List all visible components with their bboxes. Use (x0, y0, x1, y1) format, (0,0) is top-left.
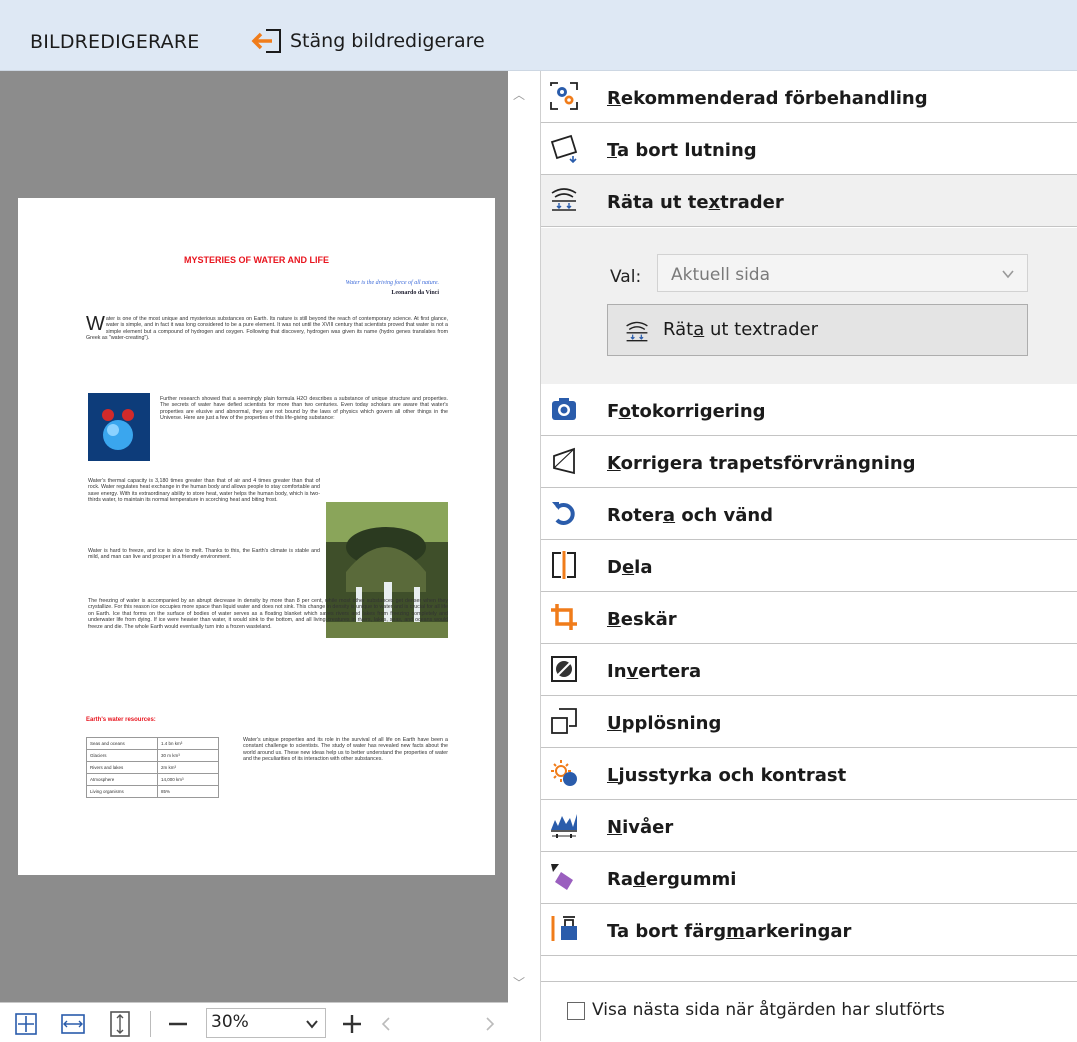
rotate-icon (552, 502, 575, 525)
doc-quote: Water is the driving force of all nature… (345, 280, 439, 286)
doc-paragraph-3: Water's unique properties and its role i… (243, 737, 448, 763)
tool-label: Dela (607, 557, 653, 578)
tool-label: Ta bort färgmarkeringar (607, 921, 852, 942)
close-editor-label: Stäng bildredigerare (290, 30, 485, 52)
tool-rotate-flip[interactable]: Rotera och vänd (541, 488, 1077, 540)
tool-brightness-contrast[interactable]: Ljusstyrka och kontrast (541, 748, 1077, 800)
tool-label: Rekommenderad förbehandling (607, 88, 928, 109)
tool-deskew[interactable]: Ta bort lutning (541, 123, 1077, 175)
doc-dropcap: W (86, 316, 105, 335)
panel-footer: Visa nästa sida när åtgärden har slutför… (541, 981, 1077, 1041)
table-row: Glaciers 30 m km³ (86, 749, 219, 762)
tool-label: Fotokorrigering (607, 401, 766, 422)
scroll-down-chevron-icon[interactable]: ﹀ (513, 974, 525, 991)
tool-label: Nivåer (607, 817, 674, 838)
doc-bullet-2: Water is hard to freeze, and ice is slow… (88, 548, 320, 561)
doc-paragraph-1: Water is one of the most unique and myst… (86, 316, 448, 374)
scope-value: Aktuell sida (671, 265, 771, 285)
fit-height-icon[interactable] (108, 1010, 132, 1038)
tool-straighten-textlines[interactable]: Räta ut textrader (541, 175, 1077, 227)
button-label: Räta ut textrader (663, 319, 818, 340)
doc-bullet-1: Water's thermal capacity is 3,180 times … (88, 478, 320, 504)
show-next-page-checkbox[interactable] (567, 1002, 585, 1020)
tool-levels[interactable]: Nivåer (541, 800, 1077, 852)
straighten-lines-icon (626, 321, 648, 342)
doc-bullet-3: The freezing of water is accompanied by … (88, 598, 448, 630)
chevron-down-icon (1002, 270, 1014, 279)
title-bar: BILDREDIGERARE Stäng bildredigerare (0, 0, 1077, 71)
brightness-icon (551, 760, 577, 786)
tools-panel: Rekommenderad förbehandling Ta bort lutn… (541, 71, 1077, 1041)
tool-label: Upplösning (607, 713, 722, 734)
levels-icon (551, 814, 577, 838)
scroll-up-chevron-icon[interactable]: ︿ (513, 86, 525, 103)
tool-remove-color-marks[interactable]: Ta bort färgmarkeringar (541, 904, 1077, 956)
toolbar-divider (150, 1011, 151, 1037)
molecule-image (88, 393, 150, 461)
deskew-icon (550, 134, 578, 163)
tool-label: Rotera och vänd (607, 505, 774, 526)
scroll-left-icon[interactable] (380, 1016, 392, 1032)
show-next-page-label: Visa nästa sida när åtgärden har slutför… (592, 1000, 945, 1020)
tool-crop[interactable]: Beskär (541, 592, 1077, 644)
fit-page-icon[interactable] (14, 1012, 38, 1036)
doc-paragraph-1-text: ater is one of the most unique and myste… (86, 316, 448, 342)
straighten-textlines-button[interactable]: Räta ut textrader (607, 304, 1028, 356)
tool-photo-correction[interactable]: Fotokorrigering (541, 384, 1077, 436)
scope-label: Val: (610, 267, 642, 287)
zoom-toolbar: 30% (0, 1002, 508, 1042)
tool-label: Invertera (607, 661, 702, 682)
table-row: Seas and oceans 1.4 bn km³ (86, 737, 219, 750)
exit-arrow-icon (251, 29, 281, 53)
doc-paragraph-2: Further research showed that a seemingly… (160, 396, 448, 422)
tool-keystone-correction[interactable]: Korrigera trapetsförvrängning (541, 436, 1077, 488)
tool-invert[interactable]: Invertera (541, 644, 1077, 696)
tool-split[interactable]: Dela (541, 540, 1077, 592)
minus-icon[interactable] (166, 1012, 190, 1036)
gear-preprocess-icon (550, 82, 578, 110)
close-editor-button[interactable]: Stäng bildredigerare (250, 24, 485, 58)
eraser-icon (551, 864, 573, 890)
document-page: MYSTERIES OF WATER AND LIFE Water is the… (18, 198, 495, 875)
tool-eraser[interactable]: Radergummi (541, 852, 1077, 904)
image-preview-area[interactable]: MYSTERIES OF WATER AND LIFE Water is the… (0, 71, 508, 1002)
tool-resolution[interactable]: Upplösning (541, 696, 1077, 748)
doc-quote-author: Leonardo da Vinci (391, 290, 439, 296)
scope-select[interactable]: Aktuell sida (657, 254, 1028, 292)
split-icon (552, 551, 576, 579)
tool-label: Beskär (607, 609, 677, 630)
table-row: Living organisms 85% (86, 785, 219, 798)
crop-icon (551, 604, 577, 630)
doc-title: MYSTERIES OF WATER AND LIFE (183, 255, 329, 265)
tool-recommended-preprocessing[interactable]: Rekommenderad förbehandling (541, 71, 1077, 123)
zoom-select[interactable]: 30% (206, 1008, 326, 1038)
scroll-right-icon[interactable] (484, 1016, 496, 1032)
tool-label: Räta ut textrader (607, 192, 784, 213)
tool-label: Ljusstyrka och kontrast (607, 765, 847, 786)
trapezoid-icon (553, 447, 575, 475)
plus-icon[interactable] (340, 1012, 364, 1036)
water-resources-table: Seas and oceans 1.4 bn km³ Glaciers 30 m k… (86, 737, 219, 798)
tool-label: Radergummi (607, 869, 737, 890)
tool-label: Korrigera trapetsförvrängning (607, 453, 916, 474)
remove-color-marks-icon (551, 916, 577, 941)
editor-title: BILDREDIGERARE (30, 31, 200, 53)
straighten-lines-icon (551, 188, 577, 211)
invert-icon (551, 656, 577, 682)
doc-heading-2: Earth's water resources: (86, 717, 156, 723)
chevron-down-icon (306, 1020, 318, 1029)
resolution-icon (551, 708, 577, 734)
fit-width-icon[interactable] (60, 1012, 86, 1036)
camera-icon (552, 398, 576, 420)
table-row: Atmosphere 14,000 km³ (86, 773, 219, 786)
table-row: Rivers and lakes 2m km³ (86, 761, 219, 774)
tool-label: Ta bort lutning (607, 140, 757, 161)
zoom-value: 30% (211, 1012, 249, 1032)
